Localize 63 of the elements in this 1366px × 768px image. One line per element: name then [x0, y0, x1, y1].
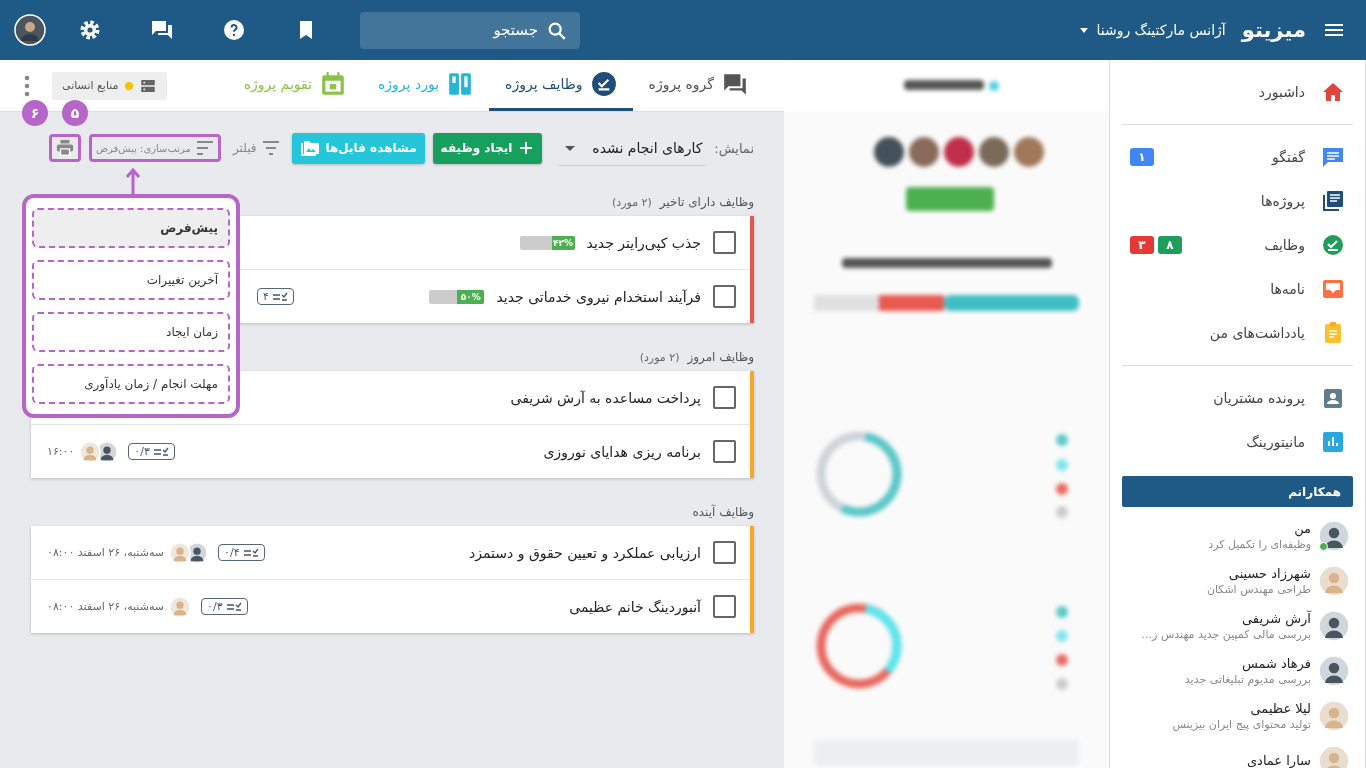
annotation-number: ۶ [22, 100, 48, 126]
checklist-count: ۴ [257, 288, 294, 305]
colleague-status: بررسی مدیوم تبلیغاتی جدید [1184, 672, 1311, 686]
team-label: منابع انسانی [62, 79, 119, 92]
task-title[interactable]: پرداخت مساعده به آرش شریفی [510, 389, 701, 406]
colleague-item[interactable]: شهرزاد حسینی طراحی مهندس اشکان [1122, 558, 1353, 603]
nav-item[interactable]: گفتگو ۱ [1122, 135, 1353, 179]
due-time: ۱۶:۰۰ [47, 445, 75, 458]
colleague-item[interactable]: فرهاد شمس بررسی مدیوم تبلیغاتی جدید [1122, 648, 1353, 693]
colleague-name: آرش شریفی [1241, 610, 1311, 626]
progress-label: ۵۰% [459, 290, 482, 304]
view-label: نمایش: [714, 140, 754, 156]
app-logo: میزیتو [1241, 18, 1306, 42]
nav-item[interactable]: نامه‌ها [1122, 267, 1353, 311]
colleague-item[interactable]: لیلا عظیمی تولید محتوای پیج ایران بیزینس [1122, 693, 1353, 738]
colleague-status: وظیفه‌ای را تکمیل کرد [1208, 537, 1311, 551]
task-title[interactable]: ارزیابی عملکرد و تعیین حقوق و دستمزد [469, 544, 701, 561]
checklist-count: ۰/۳ [201, 598, 248, 615]
nav-item[interactable]: پرونده مشتریان [1122, 376, 1353, 420]
colleague-item[interactable]: آرش شریفی بررسی مالی کمپین جدید مهندس ز... [1122, 603, 1353, 648]
due-time: سه‌شنبه، ۲۶ اسفند ۰۸:۰۰ [47, 600, 165, 613]
team-tag[interactable]: منابع انسانی [52, 71, 167, 100]
sort-option[interactable]: آخرین تغییرات [32, 260, 230, 300]
colleague-name: شهرزاد حسینی [1227, 565, 1311, 581]
nav-item[interactable]: پروژه‌ها [1122, 179, 1353, 223]
nav-item[interactable]: یادداشت‌های من [1122, 311, 1353, 355]
group-title: وظایف دارای تاخیر [659, 195, 754, 209]
colleague-item[interactable]: سارا عمادی [1122, 738, 1353, 768]
sort-option[interactable]: مهلت انجام / زمان یادآوری [32, 364, 230, 404]
colleague-status: تولید محتوای پیج ایران بیزینس [1172, 717, 1311, 731]
task-title[interactable]: فرآیند استخدام نیروی خدماتی جدید [496, 288, 701, 305]
nav-item[interactable]: داشبورد [1122, 70, 1353, 114]
group-count: (۲ مورد) [639, 350, 680, 364]
progress-label: ۴۲% [552, 236, 575, 250]
task-title[interactable]: آنبوردینگ خانم عظیمی [569, 598, 701, 615]
colleague-name: سارا عمادی [1246, 753, 1311, 768]
annotation-number: ۵ [62, 100, 88, 126]
count-badge: ۳ [1130, 236, 1154, 254]
organization-selector[interactable]: آژانس مارکتینگ روشنا [1078, 22, 1226, 38]
group-count: (۲ مورد) [611, 195, 652, 209]
group-title: وظایف آینده [692, 505, 754, 519]
task-title[interactable]: برنامه ریزی هدایای نوروزی [543, 443, 701, 460]
nav-item[interactable]: مانیتورینگ [1122, 420, 1353, 464]
colleague-name: من [1293, 520, 1311, 536]
colleague-name: لیلا عظیمی [1249, 700, 1311, 716]
colleague-status: بررسی مالی کمپین جدید مهندس ز... [1141, 627, 1311, 641]
due-time: سه‌شنبه، ۲۶ اسفند ۰۸:۰۰ [47, 546, 165, 559]
checklist-count: ۰/۴ [218, 544, 265, 561]
view-dropdown[interactable]: کارهای انجام نشده [558, 130, 707, 166]
colleague-name: فرهاد شمس [1240, 655, 1311, 671]
sort-option[interactable]: پیش‌فرض [32, 208, 230, 248]
checklist-count: ۰/۳ [128, 443, 175, 460]
nav-item[interactable]: وظایف ۸ ۳ [1122, 223, 1353, 267]
group-title: وظایف امروز [687, 350, 754, 364]
colleagues-header: همکارانم [1122, 476, 1353, 507]
task-title[interactable]: جذب کپی‌رایتر جدید [586, 234, 701, 251]
tab[interactable]: گروه پروژه [632, 60, 764, 111]
tab[interactable]: وظایف پروژه [489, 60, 633, 111]
sort-option[interactable]: زمان ایجاد [32, 312, 230, 352]
count-badge: ۸ [1158, 236, 1182, 254]
colleague-status: طراحی مهندس اشکان [1206, 582, 1311, 596]
colleague-item[interactable]: من وظیفه‌ای را تکمیل کرد [1122, 513, 1353, 558]
count-badge: ۱ [1130, 148, 1154, 166]
